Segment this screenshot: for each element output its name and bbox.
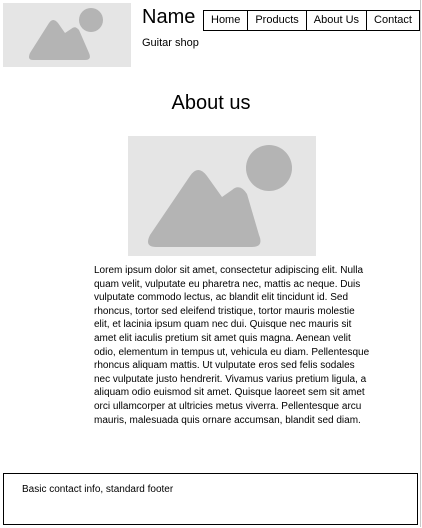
site-subtitle: Guitar shop: [142, 37, 199, 49]
about-body-text: Lorem ipsum dolor sit amet, consectetur …: [94, 265, 370, 426]
nav-contact[interactable]: Contact: [366, 10, 420, 31]
footer: Basic contact info, standard footer: [3, 473, 418, 525]
logo-placeholder: [3, 3, 131, 67]
hero-image-placeholder: [128, 136, 316, 256]
main-nav: Home Products About Us Contact: [203, 10, 420, 31]
site-name: Name: [142, 6, 196, 28]
image-placeholder-icon: [148, 145, 292, 247]
nav-home[interactable]: Home: [203, 10, 249, 31]
footer-text: Basic contact info, standard footer: [22, 484, 174, 495]
nav-about-us[interactable]: About Us: [305, 10, 368, 31]
page: Name Guitar shop Home Products About Us …: [0, 0, 421, 527]
nav-products[interactable]: Products: [247, 10, 307, 31]
page-title: About us: [171, 92, 251, 114]
image-placeholder-icon: [29, 8, 103, 60]
